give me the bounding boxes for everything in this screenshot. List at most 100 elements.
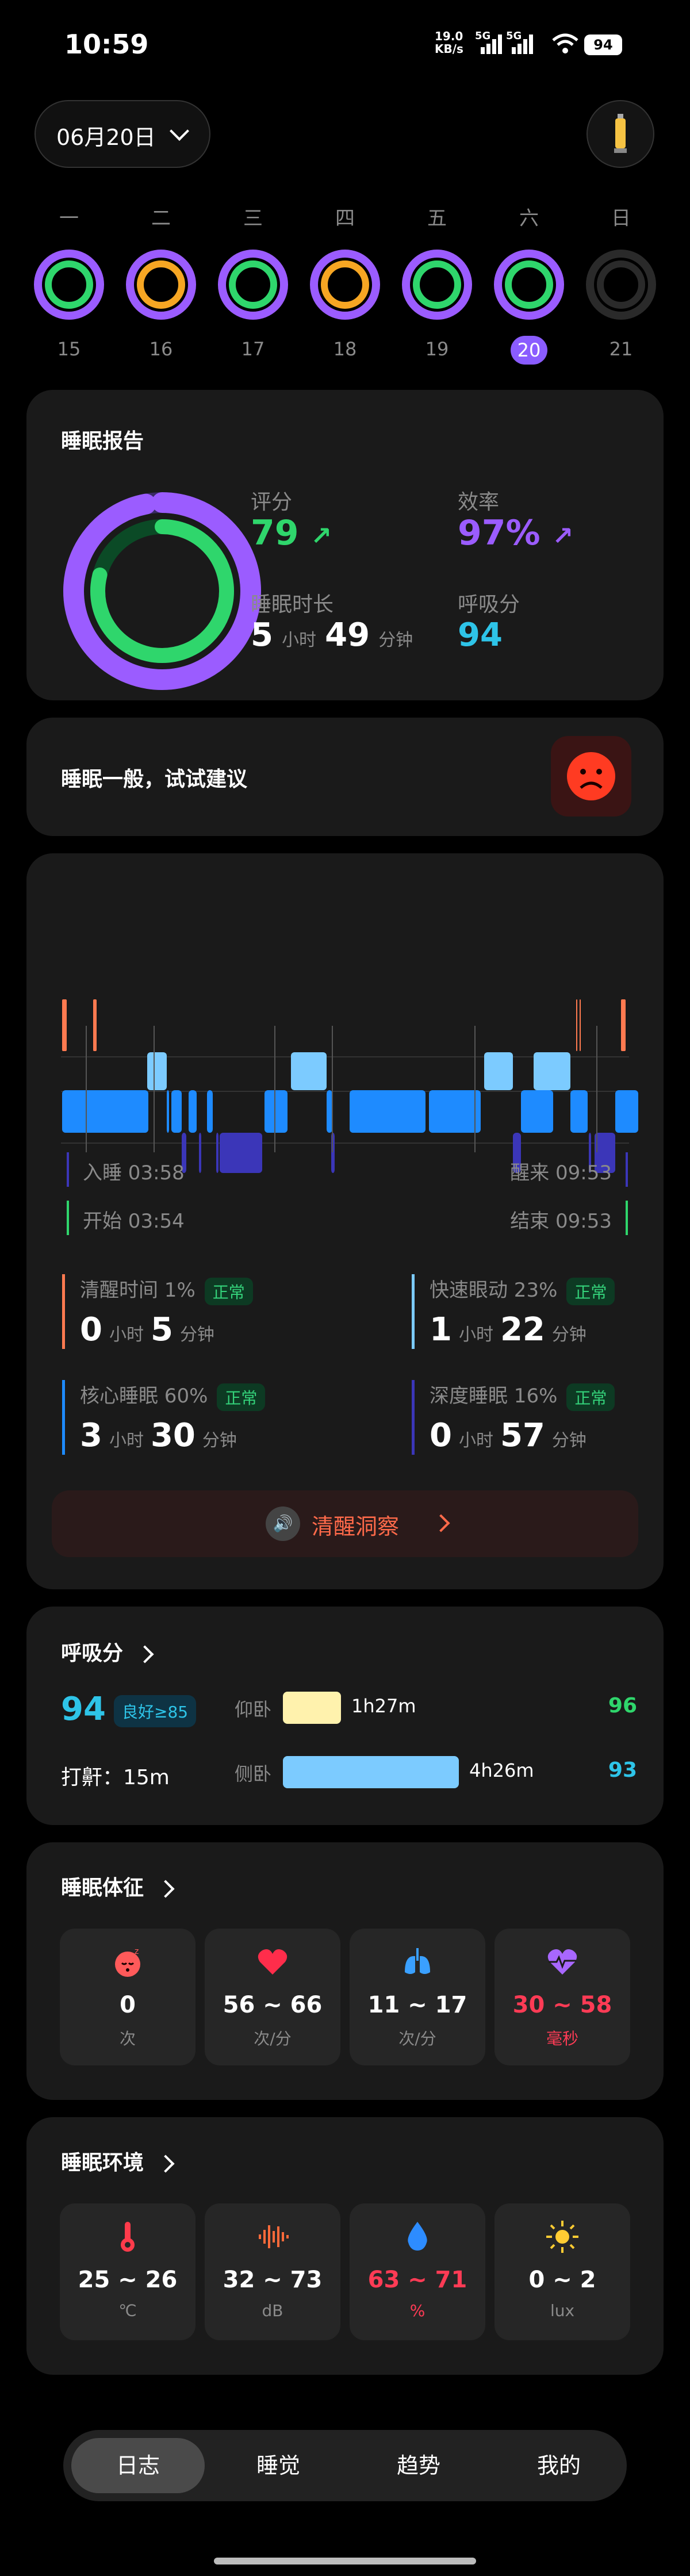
- breath-label: 呼吸分: [458, 593, 520, 616]
- day-number: 21: [609, 338, 633, 360]
- weekday-label: 四: [335, 207, 355, 230]
- tab-2[interactable]: 趋势: [352, 2438, 485, 2493]
- hypnogram-segment: [147, 1052, 167, 1090]
- battery-level: 94: [593, 37, 613, 53]
- device-button[interactable]: [586, 100, 654, 168]
- stage-minutes-unit: 分钟: [179, 1324, 214, 1345]
- vitals-tile[interactable]: 11 ~ 17 次/分: [350, 1929, 485, 2065]
- hypnogram-segment: [327, 1090, 332, 1133]
- environment-tile[interactable]: 0 ~ 2 lux: [494, 2203, 630, 2340]
- environment-value: 63 ~ 71: [367, 2267, 467, 2293]
- breath-value: 94: [458, 616, 503, 654]
- day-20[interactable]: 六 20: [489, 202, 569, 369]
- day-16[interactable]: 二 16: [121, 202, 201, 369]
- position-label: 仰卧: [235, 1699, 272, 1720]
- wake-up-label: 醒来 09:53: [510, 1162, 612, 1184]
- week-strip: 一 15 二 16 三 17 四 18 五 19 六 20 日 21: [29, 202, 661, 369]
- stage-stat[interactable]: 深度睡眠 16% 正常 0 小时 57 分钟: [412, 1380, 660, 1455]
- sleep-score-ring: [63, 492, 261, 690]
- vitals-tile[interactable]: z 0 次: [60, 1929, 195, 2065]
- hypnogram-segment: [534, 1052, 570, 1090]
- environment-unit: dB: [262, 2301, 283, 2320]
- tab-1[interactable]: 睡觉: [212, 2438, 345, 2493]
- hypnogram-segment: [62, 999, 67, 1051]
- net-speed-value: 19.0: [435, 29, 463, 43]
- wake-insight-button[interactable]: 🔊 清醒洞察: [52, 1490, 638, 1557]
- weekday-label: 三: [243, 207, 263, 230]
- stage-hours-unit: 小时: [458, 1324, 493, 1345]
- environment-unit: ℃: [118, 2301, 137, 2320]
- vitals-value: 11 ~ 17: [367, 1992, 467, 2018]
- weekday-label: 日: [611, 207, 631, 230]
- advice-text: 睡眠一般，试试建议: [61, 768, 248, 791]
- chevron-right-icon: [156, 1880, 175, 1898]
- breathing-badge: 良好≥85: [114, 1695, 197, 1727]
- stage-hours: 1: [430, 1310, 452, 1348]
- vitals-card[interactable]: 睡眠体征 z 0 次 56 ~ 66 次/分 11 ~ 17 次/分 30 ~ 58 毫秒: [26, 1842, 664, 2100]
- environment-title[interactable]: 睡眠环境: [61, 2146, 175, 2176]
- stage-stat[interactable]: 核心睡眠 60% 正常 3 小时 30 分钟: [62, 1380, 310, 1455]
- position-score: 96: [608, 1694, 637, 1718]
- hypnogram-segment: [350, 1090, 425, 1133]
- stage-stat[interactable]: 清醒时间 1% 正常 0 小时 5 分钟: [62, 1274, 310, 1349]
- weekday-label: 六: [519, 207, 539, 230]
- vitals-unit: 次/分: [254, 2029, 292, 2048]
- day-number: 19: [425, 338, 449, 360]
- day-17[interactable]: 三 17: [213, 202, 293, 369]
- chevron-right-icon: [156, 2155, 175, 2173]
- status-bar: 10:59 19.0 KB/s 5G 5G 94: [0, 0, 690, 92]
- sad-face-icon: [551, 736, 631, 816]
- day-sleep-ring: [402, 250, 472, 320]
- home-indicator[interactable]: [214, 2558, 476, 2564]
- net-speed-unit: KB/s: [435, 42, 463, 56]
- date-label: 06月20日: [56, 125, 156, 150]
- stage-hours: 3: [80, 1416, 102, 1454]
- hypnogram-segment: [580, 999, 581, 1051]
- hypnogram-segment: [62, 1090, 148, 1133]
- advice-card[interactable]: 睡眠一般，试试建议: [26, 718, 664, 836]
- position-label: 侧卧: [235, 1763, 272, 1785]
- day-sleep-ring: [218, 250, 288, 320]
- day-sleep-ring: [494, 250, 564, 320]
- tab-3[interactable]: 我的: [492, 2438, 626, 2493]
- day-21[interactable]: 日 21: [581, 202, 661, 369]
- day-18[interactable]: 四 18: [305, 202, 385, 369]
- stage-label: 快速眼动 23%: [430, 1279, 558, 1302]
- stage-hours: 0: [430, 1416, 452, 1454]
- trend-up-icon: ↗: [310, 522, 332, 551]
- stage-stat[interactable]: 快速眼动 23% 正常 1 小时 22 分钟: [412, 1274, 660, 1349]
- vitals-title[interactable]: 睡眠体征: [61, 1871, 175, 1901]
- tab-0[interactable]: 日志: [71, 2438, 205, 2493]
- stage-minutes-unit: 分钟: [551, 1430, 586, 1451]
- sleep-report-card[interactable]: 睡眠报告 评分 79 ↗ 效率 97% ↗ 睡眠时长 5 小时 49 分钟 呼吸…: [26, 390, 664, 700]
- duration-hours-unit: 小时: [282, 630, 317, 650]
- environment-card[interactable]: 睡眠环境 25 ~ 26 ℃ 32 ~ 73 dB 63 ~ 71% 0 ~ 2 lux: [26, 2117, 664, 2375]
- weekday-label: 二: [151, 207, 171, 230]
- day-15[interactable]: 一 15: [29, 202, 109, 369]
- environment-tile[interactable]: 32 ~ 73 dB: [205, 2203, 340, 2340]
- status-time: 10:59: [64, 29, 149, 60]
- day-19[interactable]: 五 19: [397, 202, 477, 369]
- sound-wave-icon: [254, 2218, 291, 2257]
- stage-label: 核心睡眠 60%: [80, 1385, 208, 1408]
- stage-minutes: 30: [150, 1416, 195, 1454]
- breathing-card[interactable]: 呼吸分 94 良好≥85 打鼾：15m 仰卧 1h27m 96 侧卧 4h26m 93: [26, 1607, 664, 1825]
- net-speed: 19.0 KB/s: [435, 30, 463, 55]
- end-label: 结束 09:53: [510, 1210, 612, 1233]
- signal-icon: 5G: [475, 30, 509, 56]
- tab-bar: 日志 睡觉 趋势 我的: [63, 2430, 627, 2501]
- breathing-title[interactable]: 呼吸分: [61, 1636, 154, 1666]
- environment-tile[interactable]: 25 ~ 26 ℃: [60, 2203, 195, 2340]
- vitals-tile[interactable]: 56 ~ 66 次/分: [205, 1929, 340, 2065]
- environment-tile[interactable]: 63 ~ 71%: [350, 2203, 485, 2340]
- vitals-title-label: 睡眠体征: [61, 1876, 144, 1900]
- date-picker[interactable]: 06月20日: [34, 100, 210, 168]
- stage-minutes: 5: [150, 1310, 173, 1348]
- weekday-label: 一: [59, 207, 79, 230]
- hypnogram-segment: [429, 1090, 481, 1133]
- fall-asleep-label: 入睡 03:58: [83, 1162, 185, 1184]
- duration-hours: 5: [251, 616, 273, 654]
- hypnogram-segment: [264, 1090, 288, 1133]
- vitals-tile[interactable]: 30 ~ 58 毫秒: [494, 1929, 630, 2065]
- battery-icon: 94: [584, 34, 622, 55]
